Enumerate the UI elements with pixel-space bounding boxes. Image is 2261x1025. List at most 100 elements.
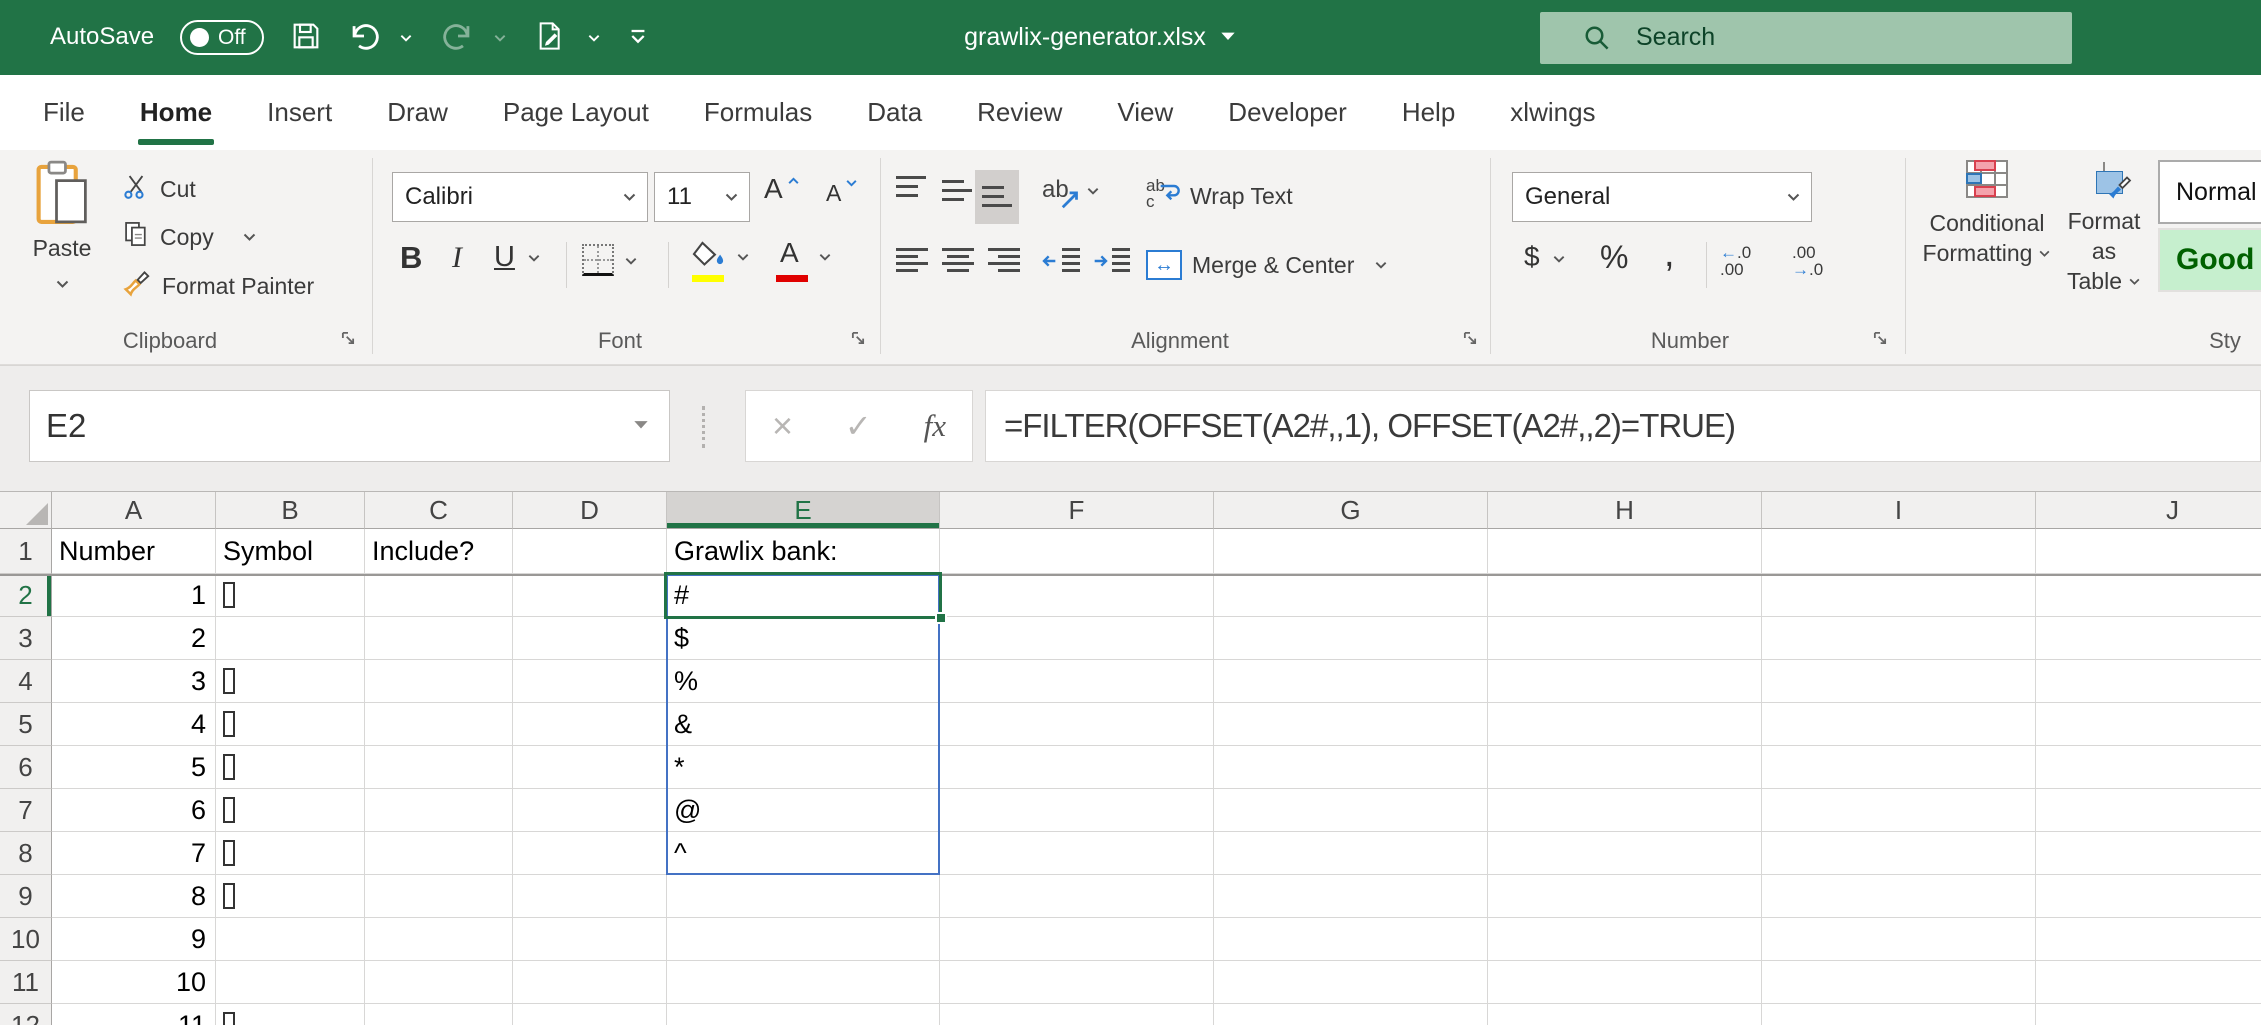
- tab-formulas[interactable]: Formulas: [704, 75, 812, 150]
- cell-H12[interactable]: [1488, 1004, 1762, 1025]
- cell-E2[interactable]: #: [667, 574, 940, 617]
- cell-A6[interactable]: 5: [52, 746, 216, 789]
- undo-dropdown-chevron[interactable]: [398, 32, 414, 44]
- cell-I1[interactable]: [1762, 529, 2036, 574]
- cell-B12[interactable]: [216, 1004, 365, 1025]
- cell-G6[interactable]: [1214, 746, 1488, 789]
- cell-F4[interactable]: [940, 660, 1214, 703]
- tab-insert[interactable]: Insert: [267, 75, 332, 150]
- tab-draw[interactable]: Draw: [387, 75, 448, 150]
- cell-style-normal[interactable]: Normal: [2158, 160, 2261, 224]
- cut-button[interactable]: Cut: [122, 172, 196, 206]
- font-dialog-launcher[interactable]: [846, 326, 870, 350]
- align-left-button[interactable]: [896, 248, 928, 274]
- tab-home[interactable]: Home: [140, 75, 212, 150]
- cell-B9[interactable]: [216, 875, 365, 918]
- cell-J12[interactable]: [2036, 1004, 2261, 1025]
- cell-E8[interactable]: ^: [667, 832, 940, 875]
- cell-D3[interactable]: [513, 617, 667, 660]
- cell-B7[interactable]: [216, 789, 365, 832]
- cell-I3[interactable]: [1762, 617, 2036, 660]
- cell-D6[interactable]: [513, 746, 667, 789]
- cell-A2[interactable]: 1: [52, 574, 216, 617]
- cell-C10[interactable]: [365, 918, 513, 961]
- cell-F3[interactable]: [940, 617, 1214, 660]
- cell-G5[interactable]: [1214, 703, 1488, 746]
- cell-E1[interactable]: Grawlix bank:: [667, 529, 940, 574]
- percent-format-button[interactable]: %: [1600, 242, 1628, 272]
- cell-J1[interactable]: [2036, 529, 2261, 574]
- cell-J4[interactable]: [2036, 660, 2261, 703]
- row-header-9[interactable]: 9: [0, 875, 52, 918]
- cell-D4[interactable]: [513, 660, 667, 703]
- cell-F2[interactable]: [940, 574, 1214, 617]
- cell-J6[interactable]: [2036, 746, 2261, 789]
- cell-C12[interactable]: [365, 1004, 513, 1025]
- cell-F1[interactable]: [940, 529, 1214, 574]
- cell-C8[interactable]: [365, 832, 513, 875]
- cell-C5[interactable]: [365, 703, 513, 746]
- cell-J7[interactable]: [2036, 789, 2261, 832]
- increase-decimal-button[interactable]: ←.0 .00: [1720, 244, 1751, 278]
- undo-button[interactable]: [346, 20, 382, 56]
- cell-B2[interactable]: [216, 574, 365, 617]
- tab-view[interactable]: View: [1117, 75, 1173, 150]
- comma-format-button[interactable]: ,: [1664, 242, 1675, 266]
- cell-A3[interactable]: 2: [52, 617, 216, 660]
- font-name-select[interactable]: Calibri: [392, 172, 648, 222]
- cell-C6[interactable]: [365, 746, 513, 789]
- cell-A9[interactable]: 8: [52, 875, 216, 918]
- cell-D12[interactable]: [513, 1004, 667, 1025]
- cell-H5[interactable]: [1488, 703, 1762, 746]
- wrap-text-button[interactable]: ab c Wrap Text: [1146, 178, 1293, 214]
- customize-quick-access-chevron[interactable]: [586, 32, 602, 44]
- number-dialog-launcher[interactable]: [1868, 326, 1892, 350]
- cell-G4[interactable]: [1214, 660, 1488, 703]
- font-size-select[interactable]: 11: [654, 172, 750, 222]
- copy-dropdown-chevron[interactable]: [242, 232, 257, 242]
- cell-E10[interactable]: [667, 918, 940, 961]
- tab-developer[interactable]: Developer: [1228, 75, 1347, 150]
- cell-G1[interactable]: [1214, 529, 1488, 574]
- col-header-E[interactable]: E: [667, 492, 940, 529]
- cell-I2[interactable]: [1762, 574, 2036, 617]
- cell-C7[interactable]: [365, 789, 513, 832]
- cell-I11[interactable]: [1762, 961, 2036, 1004]
- cell-A10[interactable]: 9: [52, 918, 216, 961]
- orientation-chevron[interactable]: [1086, 186, 1100, 196]
- cell-I12[interactable]: [1762, 1004, 2036, 1025]
- cell-B4[interactable]: [216, 660, 365, 703]
- cell-I9[interactable]: [1762, 875, 2036, 918]
- cell-F11[interactable]: [940, 961, 1214, 1004]
- increase-indent-button[interactable]: [1092, 248, 1130, 274]
- cell-C1[interactable]: Include?: [365, 529, 513, 574]
- col-header-I[interactable]: I: [1762, 492, 2036, 529]
- cell-J11[interactable]: [2036, 961, 2261, 1004]
- cell-C2[interactable]: [365, 574, 513, 617]
- cell-J9[interactable]: [2036, 875, 2261, 918]
- currency-format-button[interactable]: $: [1524, 242, 1566, 272]
- cell-F9[interactable]: [940, 875, 1214, 918]
- cell-G7[interactable]: [1214, 789, 1488, 832]
- col-header-A[interactable]: A: [52, 492, 216, 529]
- format-painter-button[interactable]: Format Painter: [122, 268, 314, 304]
- cell-C3[interactable]: [365, 617, 513, 660]
- row-header-8[interactable]: 8: [0, 832, 52, 875]
- cell-I5[interactable]: [1762, 703, 2036, 746]
- increase-font-size-button[interactable]: A: [764, 174, 800, 204]
- row-header-3[interactable]: 3: [0, 617, 52, 660]
- fill-color-button[interactable]: [692, 240, 750, 280]
- merge-center-button[interactable]: ↔ Merge & Center: [1146, 250, 1388, 280]
- cell-C4[interactable]: [365, 660, 513, 703]
- redo-button[interactable]: [440, 20, 476, 56]
- cell-H3[interactable]: [1488, 617, 1762, 660]
- cell-E11[interactable]: [667, 961, 940, 1004]
- cell-G2[interactable]: [1214, 574, 1488, 617]
- cell-A4[interactable]: 3: [52, 660, 216, 703]
- cell-F6[interactable]: [940, 746, 1214, 789]
- tab-review[interactable]: Review: [977, 75, 1062, 150]
- cell-F7[interactable]: [940, 789, 1214, 832]
- tab-help[interactable]: Help: [1402, 75, 1455, 150]
- cell-A12[interactable]: 11: [52, 1004, 216, 1025]
- cell-G3[interactable]: [1214, 617, 1488, 660]
